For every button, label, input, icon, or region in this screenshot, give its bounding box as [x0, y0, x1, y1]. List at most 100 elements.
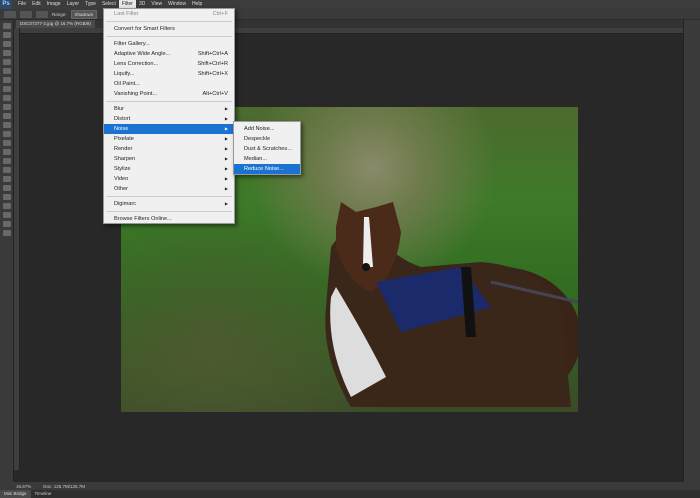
- menu-item-convert-smart-filters[interactable]: Convert for Smart Filters: [104, 24, 234, 34]
- menu-item-other[interactable]: Other ▶: [104, 184, 234, 194]
- label: Liquify...: [114, 71, 135, 77]
- tool-icon[interactable]: [2, 230, 11, 236]
- menu-item-pixelate[interactable]: Pixelate ▶: [104, 134, 234, 144]
- menu-type[interactable]: Type: [82, 0, 99, 9]
- label: Convert for Smart Filters: [114, 26, 175, 32]
- menu-layer[interactable]: Layer: [64, 0, 83, 9]
- tool-icon[interactable]: [2, 59, 11, 65]
- panel-dock: [683, 20, 700, 482]
- submenu-item[interactable]: Median...: [234, 154, 300, 164]
- noise-submenu: Add Noise... Despeckle Dust & Scratches...…: [233, 121, 301, 175]
- brush-size-button[interactable]: [20, 10, 32, 18]
- label: Noise: [114, 126, 129, 132]
- label: Browse Filters Online...: [114, 216, 172, 222]
- submenu-arrow-icon: ▶: [224, 136, 228, 141]
- shortcut: Alt+Ctrl+V: [202, 91, 229, 97]
- label: Lens Correction...: [114, 61, 159, 67]
- tools-panel: [0, 20, 14, 482]
- tool-icon[interactable]: [2, 194, 11, 200]
- filter-menu: Last Filter Ctrl+F Convert for Smart Filt…: [103, 8, 235, 224]
- bottom-panel-tabs: Mini Bridge Timeline: [0, 490, 700, 498]
- menu-item-sharpen[interactable]: Sharpen ▶: [104, 154, 234, 164]
- shortcut: Shift+Ctrl+A: [197, 51, 228, 57]
- tool-icon[interactable]: [2, 32, 11, 38]
- tool-icon[interactable]: [2, 68, 11, 74]
- tool-icon[interactable]: [2, 203, 11, 209]
- tool-icon[interactable]: [2, 221, 11, 227]
- tool-icon[interactable]: [2, 122, 11, 128]
- tool-icon[interactable]: [2, 113, 11, 119]
- menu-item-distort[interactable]: Distort ▶: [104, 114, 234, 124]
- label: Sharpen: [114, 156, 136, 162]
- tool-preset-button[interactable]: [4, 10, 16, 18]
- menu-divider: [106, 196, 232, 197]
- submenu-arrow-icon: ▶: [224, 156, 228, 161]
- tool-icon[interactable]: [2, 77, 11, 83]
- label: Oil Paint...: [114, 81, 140, 87]
- menu-divider: [106, 36, 232, 37]
- tool-icon[interactable]: [2, 140, 11, 146]
- menu-item-video[interactable]: Video ▶: [104, 174, 234, 184]
- submenu-item[interactable]: Reduce Noise...: [234, 164, 300, 174]
- vertical-ruler: [14, 28, 20, 470]
- menu-file[interactable]: File: [15, 0, 29, 9]
- shortcut: Ctrl+F: [212, 11, 228, 17]
- menu-item[interactable]: Lens Correction... Shift+Ctrl+R: [104, 59, 234, 69]
- menu-item[interactable]: Oil Paint...: [104, 79, 234, 89]
- submenu-arrow-icon: ▶: [224, 146, 228, 151]
- menu-item-blur[interactable]: Blur ▶: [104, 104, 234, 114]
- label: Last Filter: [114, 11, 139, 17]
- submenu-arrow-icon: ▶: [224, 176, 228, 181]
- menu-image[interactable]: Image: [44, 0, 64, 9]
- label: Other: [114, 186, 128, 192]
- menu-item[interactable]: Vanishing Point... Alt+Ctrl+V: [104, 89, 234, 99]
- label: Filter Gallery...: [114, 41, 150, 47]
- menu-divider: [106, 211, 232, 212]
- zoom-level[interactable]: 16.67%: [16, 484, 31, 489]
- document-tab[interactable]: DSC07377-2.jpg @ 16.7% (RGB/8): [16, 20, 95, 28]
- tool-icon[interactable]: [2, 212, 11, 218]
- menu-item-last-filter[interactable]: Last Filter Ctrl+F: [104, 9, 234, 19]
- tool-icon[interactable]: [2, 176, 11, 182]
- menu-divider: [106, 101, 232, 102]
- submenu-arrow-icon: ▶: [224, 106, 228, 111]
- submenu-arrow-icon: ▶: [224, 186, 228, 191]
- label: Adaptive Wide Angle...: [114, 51, 171, 57]
- tool-icon[interactable]: [2, 149, 11, 155]
- tool-icon[interactable]: [2, 104, 11, 110]
- shortcut: Shift+Ctrl+X: [197, 71, 228, 77]
- label: Video: [114, 176, 129, 182]
- tool-icon[interactable]: [2, 167, 11, 173]
- menu-item-noise[interactable]: Noise ▶: [104, 124, 234, 134]
- brush-panel-button[interactable]: [36, 10, 48, 18]
- menu-item[interactable]: Adaptive Wide Angle... Shift+Ctrl+A: [104, 49, 234, 59]
- tool-icon[interactable]: [2, 158, 11, 164]
- tool-icon[interactable]: [2, 185, 11, 191]
- tool-icon[interactable]: [2, 95, 11, 101]
- tab-mini-bridge[interactable]: Mini Bridge: [0, 490, 31, 498]
- tool-icon[interactable]: [2, 50, 11, 56]
- tool-icon[interactable]: [2, 23, 11, 29]
- menu-divider: [106, 21, 232, 22]
- menu-item[interactable]: Liquify... Shift+Ctrl+X: [104, 69, 234, 79]
- range-select[interactable]: Shadows: [70, 9, 98, 19]
- tab-timeline[interactable]: Timeline: [31, 490, 56, 498]
- label: Distort: [114, 116, 131, 122]
- menu-item-stylize[interactable]: Stylize ▶: [104, 164, 234, 174]
- submenu-item[interactable]: Dust & Scratches...: [234, 144, 300, 154]
- tool-icon[interactable]: [2, 41, 11, 47]
- menu-item-browse-filters-online[interactable]: Browse Filters Online...: [104, 214, 234, 224]
- submenu-item[interactable]: Add Noise...: [234, 124, 300, 134]
- tool-icon[interactable]: [2, 86, 11, 92]
- menu-item-render[interactable]: Render ▶: [104, 144, 234, 154]
- label: Blur: [114, 106, 124, 112]
- menu-edit[interactable]: Edit: [29, 0, 44, 9]
- label: Digimarc: [114, 201, 137, 207]
- menu-item-digimarc[interactable]: Digimarc ▶: [104, 199, 234, 209]
- tool-icon[interactable]: [2, 131, 11, 137]
- label: Stylize: [114, 166, 131, 172]
- submenu-arrow-icon: ▶: [224, 201, 228, 206]
- menu-item[interactable]: Filter Gallery...: [104, 39, 234, 49]
- submenu-item[interactable]: Despeckle: [234, 134, 300, 144]
- shortcut: Shift+Ctrl+R: [197, 61, 228, 67]
